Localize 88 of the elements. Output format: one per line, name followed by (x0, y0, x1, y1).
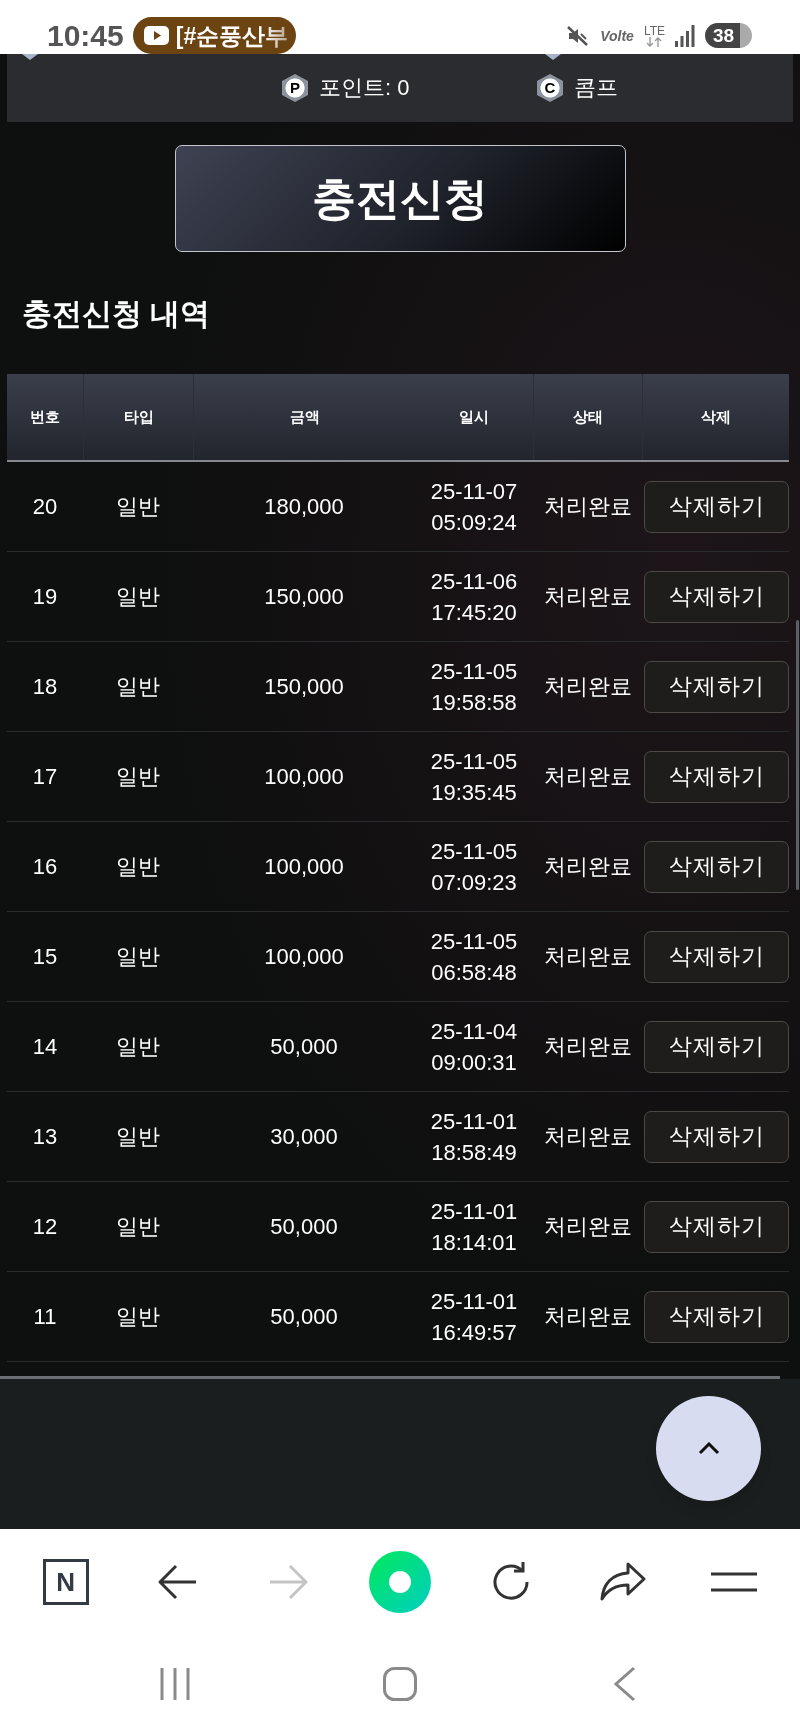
table-cell: 18 (32, 672, 58, 701)
comp-label: 콤프 (574, 74, 618, 102)
battery-indicator: 38 (705, 23, 752, 48)
delete-button[interactable]: 삭제하기 (644, 930, 789, 983)
table-cell-text: 25-11-05 07:09:23 (429, 837, 519, 897)
delete-button[interactable]: 삭제하기 (644, 660, 789, 713)
delete-button[interactable]: 삭제하기 (644, 570, 789, 623)
comp-badge: C (537, 74, 563, 102)
table-cell-text: 25-11-05 19:35:45 (429, 747, 519, 807)
table-cell: 50,000 (270, 1032, 338, 1061)
notification-text: [#순풍산부 (175, 21, 289, 50)
table-cell: 처리완료 (543, 582, 632, 611)
status-time: 10:45 (47, 18, 124, 54)
home-icon[interactable] (383, 1667, 417, 1701)
table-cell: 일반 (116, 1032, 160, 1061)
table-cell: 일반 (116, 762, 160, 791)
table-cell: 19 (32, 582, 58, 611)
table-cell: 일반 (116, 492, 160, 521)
table-cell-text: 25-11-01 18:58:49 (429, 1107, 519, 1167)
delete-button[interactable]: 삭제하기 (644, 1290, 789, 1343)
table-cell: 일반 (116, 1212, 160, 1241)
table-cell: 처리완료 (543, 492, 632, 521)
table-cell: 17 (32, 762, 58, 791)
video-app-icon (143, 26, 169, 45)
back-chevron-icon[interactable] (613, 1666, 637, 1702)
table-cell: 처리완료 (543, 852, 632, 881)
n-logo-button[interactable]: N (42, 1559, 89, 1605)
volte-indicator: Volte (600, 28, 634, 43)
table-cell: 처리완료 (543, 672, 632, 701)
table-cell: 처리완료 (543, 1032, 632, 1061)
table-cell-text: 25-11-05 06:58:48 (429, 927, 519, 987)
delete-button[interactable]: 삭제하기 (644, 840, 789, 893)
table-cell-text: 25-11-06 17:45:20 (429, 567, 519, 627)
network-type: LTE (643, 24, 665, 37)
table-cell: 처리완료 (543, 1122, 632, 1151)
table-cell: 100,000 (264, 762, 344, 791)
table-cell: 16 (32, 852, 58, 881)
table-cell: 일반 (116, 852, 160, 881)
delete-button[interactable]: 삭제하기 (644, 1020, 789, 1073)
delete-button[interactable]: 삭제하기 (644, 750, 789, 803)
table-cell: 처리완료 (543, 1212, 632, 1241)
column-header: 번호 (30, 406, 60, 427)
table-cell: 100,000 (264, 942, 344, 971)
chevron-up-icon (697, 1442, 720, 1455)
table-cell: 일반 (116, 582, 160, 611)
table-cell: 150,000 (264, 582, 344, 611)
recent-apps-icon[interactable] (160, 1668, 191, 1700)
table-cell: 처리완료 (543, 762, 632, 791)
table-cell: 50,000 (270, 1212, 338, 1241)
table-cell: 일반 (116, 672, 160, 701)
table-cell: 150,000 (264, 672, 344, 701)
table-cell-text: 25-11-05 19:58:58 (429, 657, 519, 717)
points-label: 포인트: 0 (319, 74, 410, 102)
table-cell: 일반 (116, 942, 160, 971)
signal-icon (675, 24, 695, 47)
table-cell: 11 (33, 1302, 57, 1331)
charge-request-button[interactable]: 충전신청 (174, 145, 626, 252)
table-cell-text: 25-11-01 16:49:57 (429, 1287, 519, 1347)
table-cell: 12 (32, 1212, 58, 1241)
table-cell: 180,000 (264, 492, 344, 521)
points-badge: P (282, 74, 308, 102)
section-title: 충전신청 내역 (22, 296, 211, 332)
menu-icon[interactable] (711, 1572, 758, 1592)
table-cell: 일반 (116, 1302, 160, 1331)
column-header: 삭제 (701, 406, 731, 427)
column-header: 타입 (123, 406, 154, 427)
table-cell: 50,000 (270, 1302, 338, 1331)
delete-button[interactable]: 삭제하기 (644, 480, 789, 533)
table-cell: 100,000 (264, 852, 344, 881)
table-cell: 20 (32, 492, 58, 521)
data-arrows-icon (646, 36, 663, 47)
table-cell: 처리완료 (543, 942, 632, 971)
table-cell: 13 (32, 1122, 58, 1151)
table-cell: 일반 (116, 1122, 160, 1151)
table-cell: 30,000 (270, 1122, 338, 1151)
column-header: 금액 (289, 406, 320, 427)
share-icon[interactable] (599, 1562, 646, 1602)
table-cell: 14 (32, 1032, 58, 1061)
delete-button[interactable]: 삭제하기 (644, 1110, 789, 1163)
table-cell-text: 25-11-01 18:14:01 (429, 1197, 519, 1257)
table-cell: 15 (32, 942, 58, 971)
table-cell: 처리완료 (543, 1302, 632, 1331)
table-cell-text: 25-11-07 05:09:24 (429, 477, 519, 537)
column-header: 일시 (459, 406, 489, 427)
delete-button[interactable]: 삭제하기 (644, 1200, 789, 1253)
back-arrow-icon[interactable] (157, 1564, 198, 1600)
column-header: 상태 (573, 406, 603, 427)
table-cell-text: 25-11-04 09:00:31 (429, 1017, 519, 1077)
